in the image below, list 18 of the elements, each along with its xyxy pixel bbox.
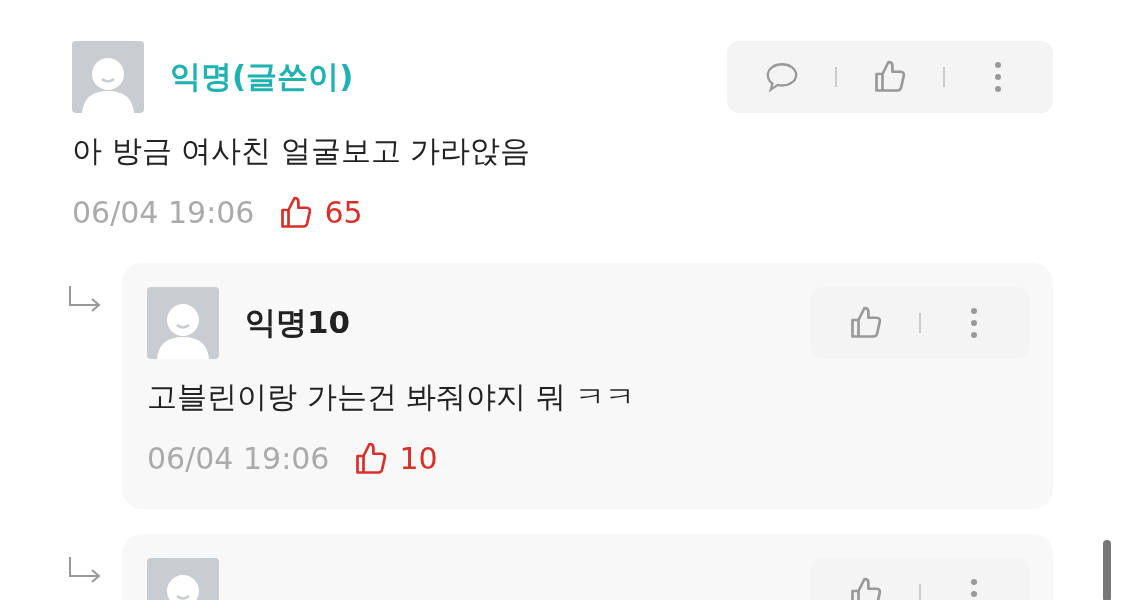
comment-text: 아 방금 여사친 얼굴보고 가라앉음 xyxy=(72,132,532,170)
thumbs-up-icon xyxy=(848,305,884,341)
avatar-icon xyxy=(147,287,219,359)
timestamp: 06/04 19:06 xyxy=(147,440,330,478)
like-count: 10 xyxy=(399,440,438,478)
avatar-icon xyxy=(72,41,144,113)
scrollbar xyxy=(1103,540,1111,600)
reply-arrow-icon xyxy=(68,285,102,315)
reply-arrow-icon xyxy=(68,556,102,586)
author-name: 익명10 xyxy=(245,303,351,342)
author-name: 익명(글쓴이) xyxy=(170,57,354,96)
like-count: 65 xyxy=(324,194,363,232)
thumbs-up-icon xyxy=(872,59,908,95)
more-icon xyxy=(971,307,977,339)
timestamp: 06/04 19:06 xyxy=(72,194,255,232)
more-icon xyxy=(995,61,1001,93)
comment-text: 고블린이랑 가는건 봐줘야지 뭐 ㅋㅋ xyxy=(147,378,637,416)
speech-bubble-icon xyxy=(765,61,799,93)
